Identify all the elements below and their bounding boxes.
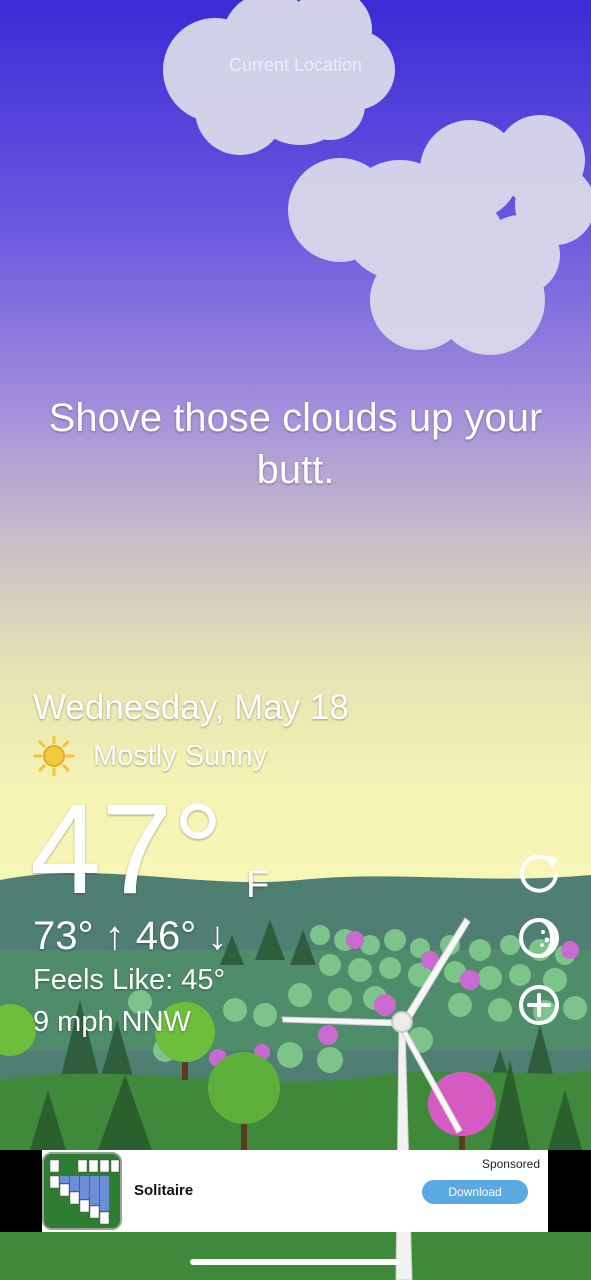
feels-like: Feels Like: 45° bbox=[33, 964, 226, 996]
home-indicator[interactable] bbox=[190, 1259, 400, 1265]
temperature-unit[interactable]: F bbox=[246, 864, 269, 907]
refresh-button[interactable] bbox=[516, 849, 562, 895]
scene-illustration bbox=[0, 0, 591, 1280]
wind-speed: 9 mph NNW bbox=[33, 1006, 191, 1038]
solitaire-app-icon[interactable] bbox=[42, 1152, 122, 1230]
moon-icon bbox=[519, 918, 559, 958]
condition-row: Mostly Sunny bbox=[33, 735, 268, 777]
ad-banner[interactable]: Solitaire Sponsored Download bbox=[0, 1150, 591, 1232]
high-low-temperature: 73° ↑ 46° ↓ bbox=[33, 914, 228, 958]
add-location-button[interactable] bbox=[516, 982, 562, 1028]
condition-label: Mostly Sunny bbox=[93, 739, 268, 772]
moon-button[interactable] bbox=[516, 915, 562, 961]
forecast-date: Wednesday, May 18 bbox=[33, 688, 349, 727]
ad-app-name[interactable]: Solitaire bbox=[134, 1182, 193, 1199]
ad-card[interactable]: Solitaire Sponsored Download bbox=[42, 1150, 548, 1232]
refresh-icon bbox=[520, 854, 558, 893]
sun-icon bbox=[33, 735, 75, 777]
cloud-top bbox=[163, 0, 395, 155]
ad-sponsored-label: Sponsored bbox=[481, 1157, 540, 1171]
weather-quip: Shove those clouds up your butt. bbox=[48, 396, 543, 492]
current-temperature: 47° bbox=[30, 778, 224, 921]
cloud-right bbox=[288, 115, 591, 355]
cards-graphic bbox=[44, 1154, 120, 1228]
plus-circle-icon bbox=[519, 985, 559, 1025]
location-label[interactable]: Current Location bbox=[0, 55, 591, 76]
ad-download-button[interactable]: Download bbox=[422, 1180, 528, 1204]
